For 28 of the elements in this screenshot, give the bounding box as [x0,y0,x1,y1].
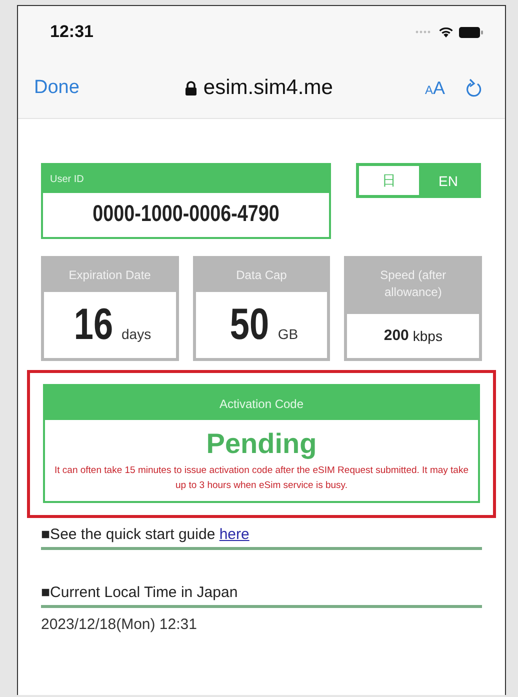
wifi-icon [438,26,454,38]
stat-unit: days [122,326,152,342]
guide-text: ■See the quick start guide here [41,520,482,550]
guide-link[interactable]: here [219,526,250,544]
section-heading: ■Current Local Time in Japan [41,578,482,608]
signal-icon [415,30,433,34]
lock-icon [185,80,198,96]
status-time: 12:31 [50,22,94,42]
stat-label: Data Cap [235,267,288,284]
activation-note: It can often take 15 minutes to issue activation code after the eSIM Request submitted. It may take up to 3 hours when eSim service is busy. [54,464,470,493]
local-time: 2023/12/18(Mon) 12:31 [41,616,198,634]
stat-label: Speed (after allowance) [379,267,448,301]
battery-icon [459,26,483,38]
language-option[interactable]: 日 [359,166,418,195]
reload-icon[interactable] [465,78,483,98]
stat-unit: kbps [412,328,442,344]
stat-value: 200 [384,327,409,344]
done-button[interactable]: Done [34,77,80,99]
user-id-value: 0000-1000-0006-4790 [92,199,280,228]
activation-title: Activation Code [45,386,478,420]
text-size-button[interactable]: AA [424,78,445,98]
stat-value: 16 [73,300,113,350]
url-text[interactable]: esim.sim4.me [203,76,333,100]
user-id-label: User ID [43,165,329,193]
activation-status: Pending [205,426,318,460]
stat-unit: GB [278,326,298,342]
stat-value: 50 [230,300,269,350]
stat-label: Expiration Date [68,267,152,284]
